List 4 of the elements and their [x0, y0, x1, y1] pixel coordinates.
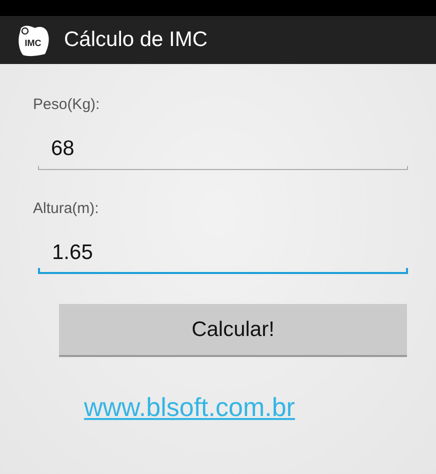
calculate-button[interactable]: Calcular! [59, 304, 407, 357]
field-label: Peso(Kg): [33, 96, 101, 115]
app-title: Cálculo de IMC [64, 28, 208, 52]
field-label: Altura(m): [33, 200, 100, 219]
